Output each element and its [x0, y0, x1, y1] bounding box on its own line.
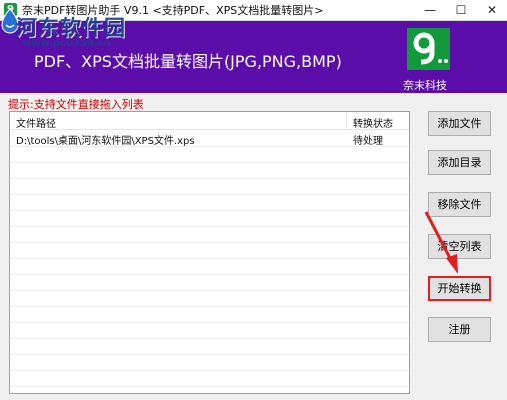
close-button[interactable]: ✕	[477, 0, 507, 20]
start-convert-button[interactable]: 开始转换	[428, 276, 491, 301]
list-grid-line	[10, 258, 409, 259]
list-header: 文件路径 转换状态	[10, 112, 409, 130]
brand-logo	[407, 28, 450, 70]
list-grid-line	[10, 194, 409, 195]
file-list[interactable]: 文件路径 转换状态 D:\tools\桌面\河东软件园\XPS文件.xps 待处…	[9, 111, 410, 394]
nine-logo-icon	[407, 28, 450, 70]
list-grid-line	[10, 162, 409, 163]
file-status-cell: 待处理	[353, 136, 383, 147]
list-grid-line	[10, 370, 409, 371]
watermark-url: www.pc0359.cn	[22, 38, 111, 49]
company-name: 奈末科技	[403, 79, 447, 92]
column-divider[interactable]	[346, 112, 347, 129]
list-grid-line	[10, 146, 409, 147]
list-grid-line	[10, 386, 409, 387]
list-grid-line	[10, 242, 409, 243]
banner-title: PDF、XPS文档批量转图片(JPG,PNG,BMP)	[34, 52, 342, 71]
list-grid-line	[10, 306, 409, 307]
clear-list-button[interactable]: 清空列表	[428, 234, 491, 259]
file-path-cell: D:\tools\桌面\河东软件园\XPS文件.xps	[16, 136, 195, 147]
table-row[interactable]: D:\tools\桌面\河东软件园\XPS文件.xps 待处理	[10, 130, 409, 147]
maximize-button[interactable]: ☐	[446, 0, 476, 20]
register-button[interactable]: 注册	[428, 317, 491, 342]
column-header-status[interactable]: 转换状态	[353, 115, 393, 130]
list-grid-line	[10, 274, 409, 275]
minimize-button[interactable]: —	[415, 0, 445, 20]
drag-drop-hint: 提示:支持文件直接拖入列表	[8, 98, 144, 111]
list-grid-line	[10, 290, 409, 291]
list-grid-line	[10, 338, 409, 339]
list-grid-line	[10, 354, 409, 355]
add-folder-button[interactable]: 添加目录	[428, 150, 491, 175]
list-grid-line	[10, 210, 409, 211]
remove-file-button[interactable]: 移除文件	[428, 192, 491, 217]
list-grid-line	[10, 322, 409, 323]
column-header-path[interactable]: 文件路径	[16, 115, 56, 130]
add-file-button[interactable]: 添加文件	[428, 111, 491, 136]
list-grid-line	[10, 226, 409, 227]
list-grid-line	[10, 178, 409, 179]
